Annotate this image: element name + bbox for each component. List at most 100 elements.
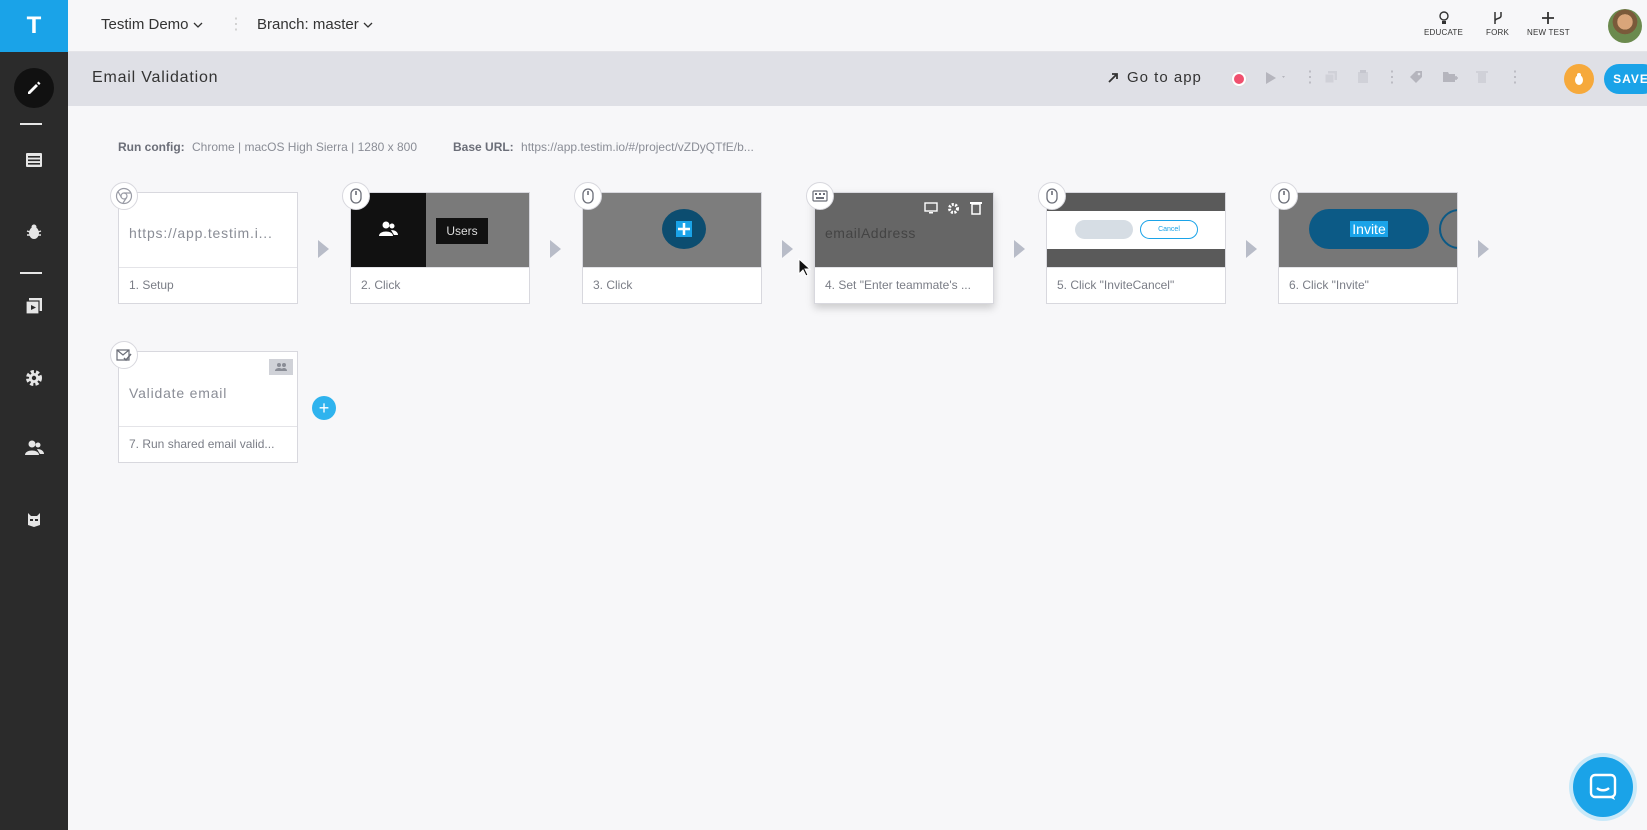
play-button[interactable] xyxy=(1264,70,1288,86)
list-icon[interactable] xyxy=(14,140,54,180)
new-test-button[interactable]: NEW TEST xyxy=(1527,11,1570,37)
step-thumbnail xyxy=(583,193,761,267)
step-card-click-invitecancel[interactable]: Cancel 5. Click "InviteCancel" xyxy=(1046,192,1226,304)
step-label: 4. Set "Enter teammate's ... xyxy=(825,278,971,292)
test-title-bar: Email Validation Go to app ⋮ ⋮ ⋮ SAVE xyxy=(68,52,1647,106)
bug-icon xyxy=(1575,73,1583,85)
trash-icon[interactable] xyxy=(1476,70,1488,84)
chrome-icon xyxy=(110,182,138,210)
chat-icon xyxy=(1589,773,1617,800)
branch-name: Branch: master xyxy=(257,16,359,33)
testim-logo[interactable]: T xyxy=(0,0,68,52)
step-thumbnail: emailAddress xyxy=(815,193,993,267)
base-url[interactable]: Base URL: https://app.testim.io/#/projec… xyxy=(453,140,754,154)
bug-report-button[interactable] xyxy=(1564,64,1594,94)
fork-button[interactable]: FORK xyxy=(1486,11,1509,37)
mouse-icon xyxy=(1038,182,1066,210)
step-thumbnail: Users xyxy=(351,193,529,267)
bug-icon[interactable] xyxy=(14,212,54,252)
step-label: 5. Click "InviteCancel" xyxy=(1057,278,1175,292)
step-label: 6. Click "Invite" xyxy=(1289,278,1369,292)
trash-icon[interactable] xyxy=(970,201,982,215)
top-bar: Testim Demo ⋮ Branch: master EDUCATE FOR… xyxy=(68,0,1647,52)
page-title[interactable]: Email Validation xyxy=(92,69,218,87)
suites-icon[interactable] xyxy=(14,286,54,326)
step-arrow xyxy=(1014,240,1025,258)
step-card-set-email[interactable]: emailAddress 4. Set "Enter teammate's ..… xyxy=(814,192,994,304)
step-card-click-invite[interactable]: Invite 6. Click "Invite" xyxy=(1278,192,1458,304)
step-card-shared-validate[interactable]: Validate email 7. Run shared email valid… xyxy=(118,351,298,463)
fork-icon xyxy=(1493,12,1502,24)
mouse-icon xyxy=(342,182,370,210)
sidebar-divider xyxy=(20,123,42,125)
lightbulb-icon xyxy=(1438,11,1449,24)
setup-url: https://app.testim.i... xyxy=(129,225,273,241)
card-divider xyxy=(1047,267,1225,268)
new-test-label: NEW TEST xyxy=(1527,28,1570,37)
cancel-button-thumb: Cancel xyxy=(1140,220,1198,239)
card-divider xyxy=(1279,267,1457,268)
card-divider xyxy=(815,267,993,268)
run-config[interactable]: Run config: Chrome | macOS High Sierra |… xyxy=(118,140,417,154)
tag-icon[interactable] xyxy=(1409,70,1423,84)
chevron-down-icon xyxy=(193,22,202,28)
plus-icon xyxy=(676,221,692,237)
step-arrow xyxy=(782,240,793,258)
base-url-label: Base URL: xyxy=(453,140,514,154)
users-icon[interactable] xyxy=(14,428,54,468)
sidebar-divider xyxy=(20,272,42,274)
card-divider xyxy=(351,267,529,268)
users-icon xyxy=(379,221,398,236)
step-arrow xyxy=(550,240,561,258)
toolbar-separator: ⋮ xyxy=(1384,69,1400,86)
copy-icon[interactable] xyxy=(1324,70,1338,84)
invite-button-thumb: Invite xyxy=(1350,221,1388,237)
chat-button[interactable] xyxy=(1573,757,1633,817)
left-sidebar: T xyxy=(0,0,68,830)
step-label: 1. Setup xyxy=(129,278,174,292)
step-card-setup[interactable]: https://app.testim.i... 1. Setup xyxy=(118,192,298,304)
step-label: 2. Click xyxy=(361,278,401,292)
toolbar-separator: ⋮ xyxy=(1302,69,1318,86)
step-arrow xyxy=(318,240,329,258)
mouse-cursor-icon xyxy=(798,258,812,277)
tooltip-users: Users xyxy=(436,218,488,244)
step-label: 7. Run shared email valid... xyxy=(129,437,275,451)
gear-icon[interactable] xyxy=(14,358,54,398)
mask-icon[interactable] xyxy=(14,500,54,540)
play-icon xyxy=(1266,72,1285,84)
card-divider xyxy=(583,267,761,268)
paste-icon[interactable] xyxy=(1357,70,1369,84)
go-to-app-button[interactable]: Go to app xyxy=(1108,69,1202,86)
step-thumbnail: Invite xyxy=(1279,193,1457,267)
card-divider xyxy=(119,426,297,427)
email-check-icon xyxy=(110,341,138,369)
educate-button[interactable]: EDUCATE xyxy=(1424,11,1463,37)
keyboard-icon xyxy=(806,182,834,210)
save-button[interactable]: SAVE xyxy=(1604,64,1647,94)
gear-icon[interactable] xyxy=(947,202,960,215)
avatar[interactable] xyxy=(1608,9,1642,43)
pencil-icon[interactable] xyxy=(14,68,54,108)
add-folder-icon[interactable] xyxy=(1442,70,1458,84)
base-url-value: https://app.testim.io/#/project/vZDyQTfE… xyxy=(521,140,754,154)
record-button[interactable] xyxy=(1232,72,1246,86)
step-card-click-add[interactable]: 3. Click xyxy=(582,192,762,304)
email-address-field: emailAddress xyxy=(825,225,916,241)
shared-icon xyxy=(269,359,293,375)
add-step-button[interactable]: + xyxy=(312,396,336,420)
chevron-down-icon xyxy=(363,22,373,28)
step-label: 3. Click xyxy=(593,278,633,292)
branch-dropdown[interactable]: Branch: master xyxy=(257,16,373,33)
step-arrow xyxy=(1478,240,1489,258)
project-dropdown[interactable]: Testim Demo xyxy=(101,16,203,33)
step-card-click-users[interactable]: Users 2. Click xyxy=(350,192,530,304)
go-to-app-label: Go to app xyxy=(1127,69,1202,86)
mouse-icon xyxy=(574,182,602,210)
top-separator: ⋮ xyxy=(228,16,244,33)
project-name: Testim Demo xyxy=(101,16,189,33)
run-config-value: Chrome | macOS High Sierra | 1280 x 800 xyxy=(192,140,417,154)
monitor-icon[interactable] xyxy=(924,202,938,214)
fork-label: FORK xyxy=(1486,28,1510,37)
educate-label: EDUCATE xyxy=(1424,28,1464,37)
